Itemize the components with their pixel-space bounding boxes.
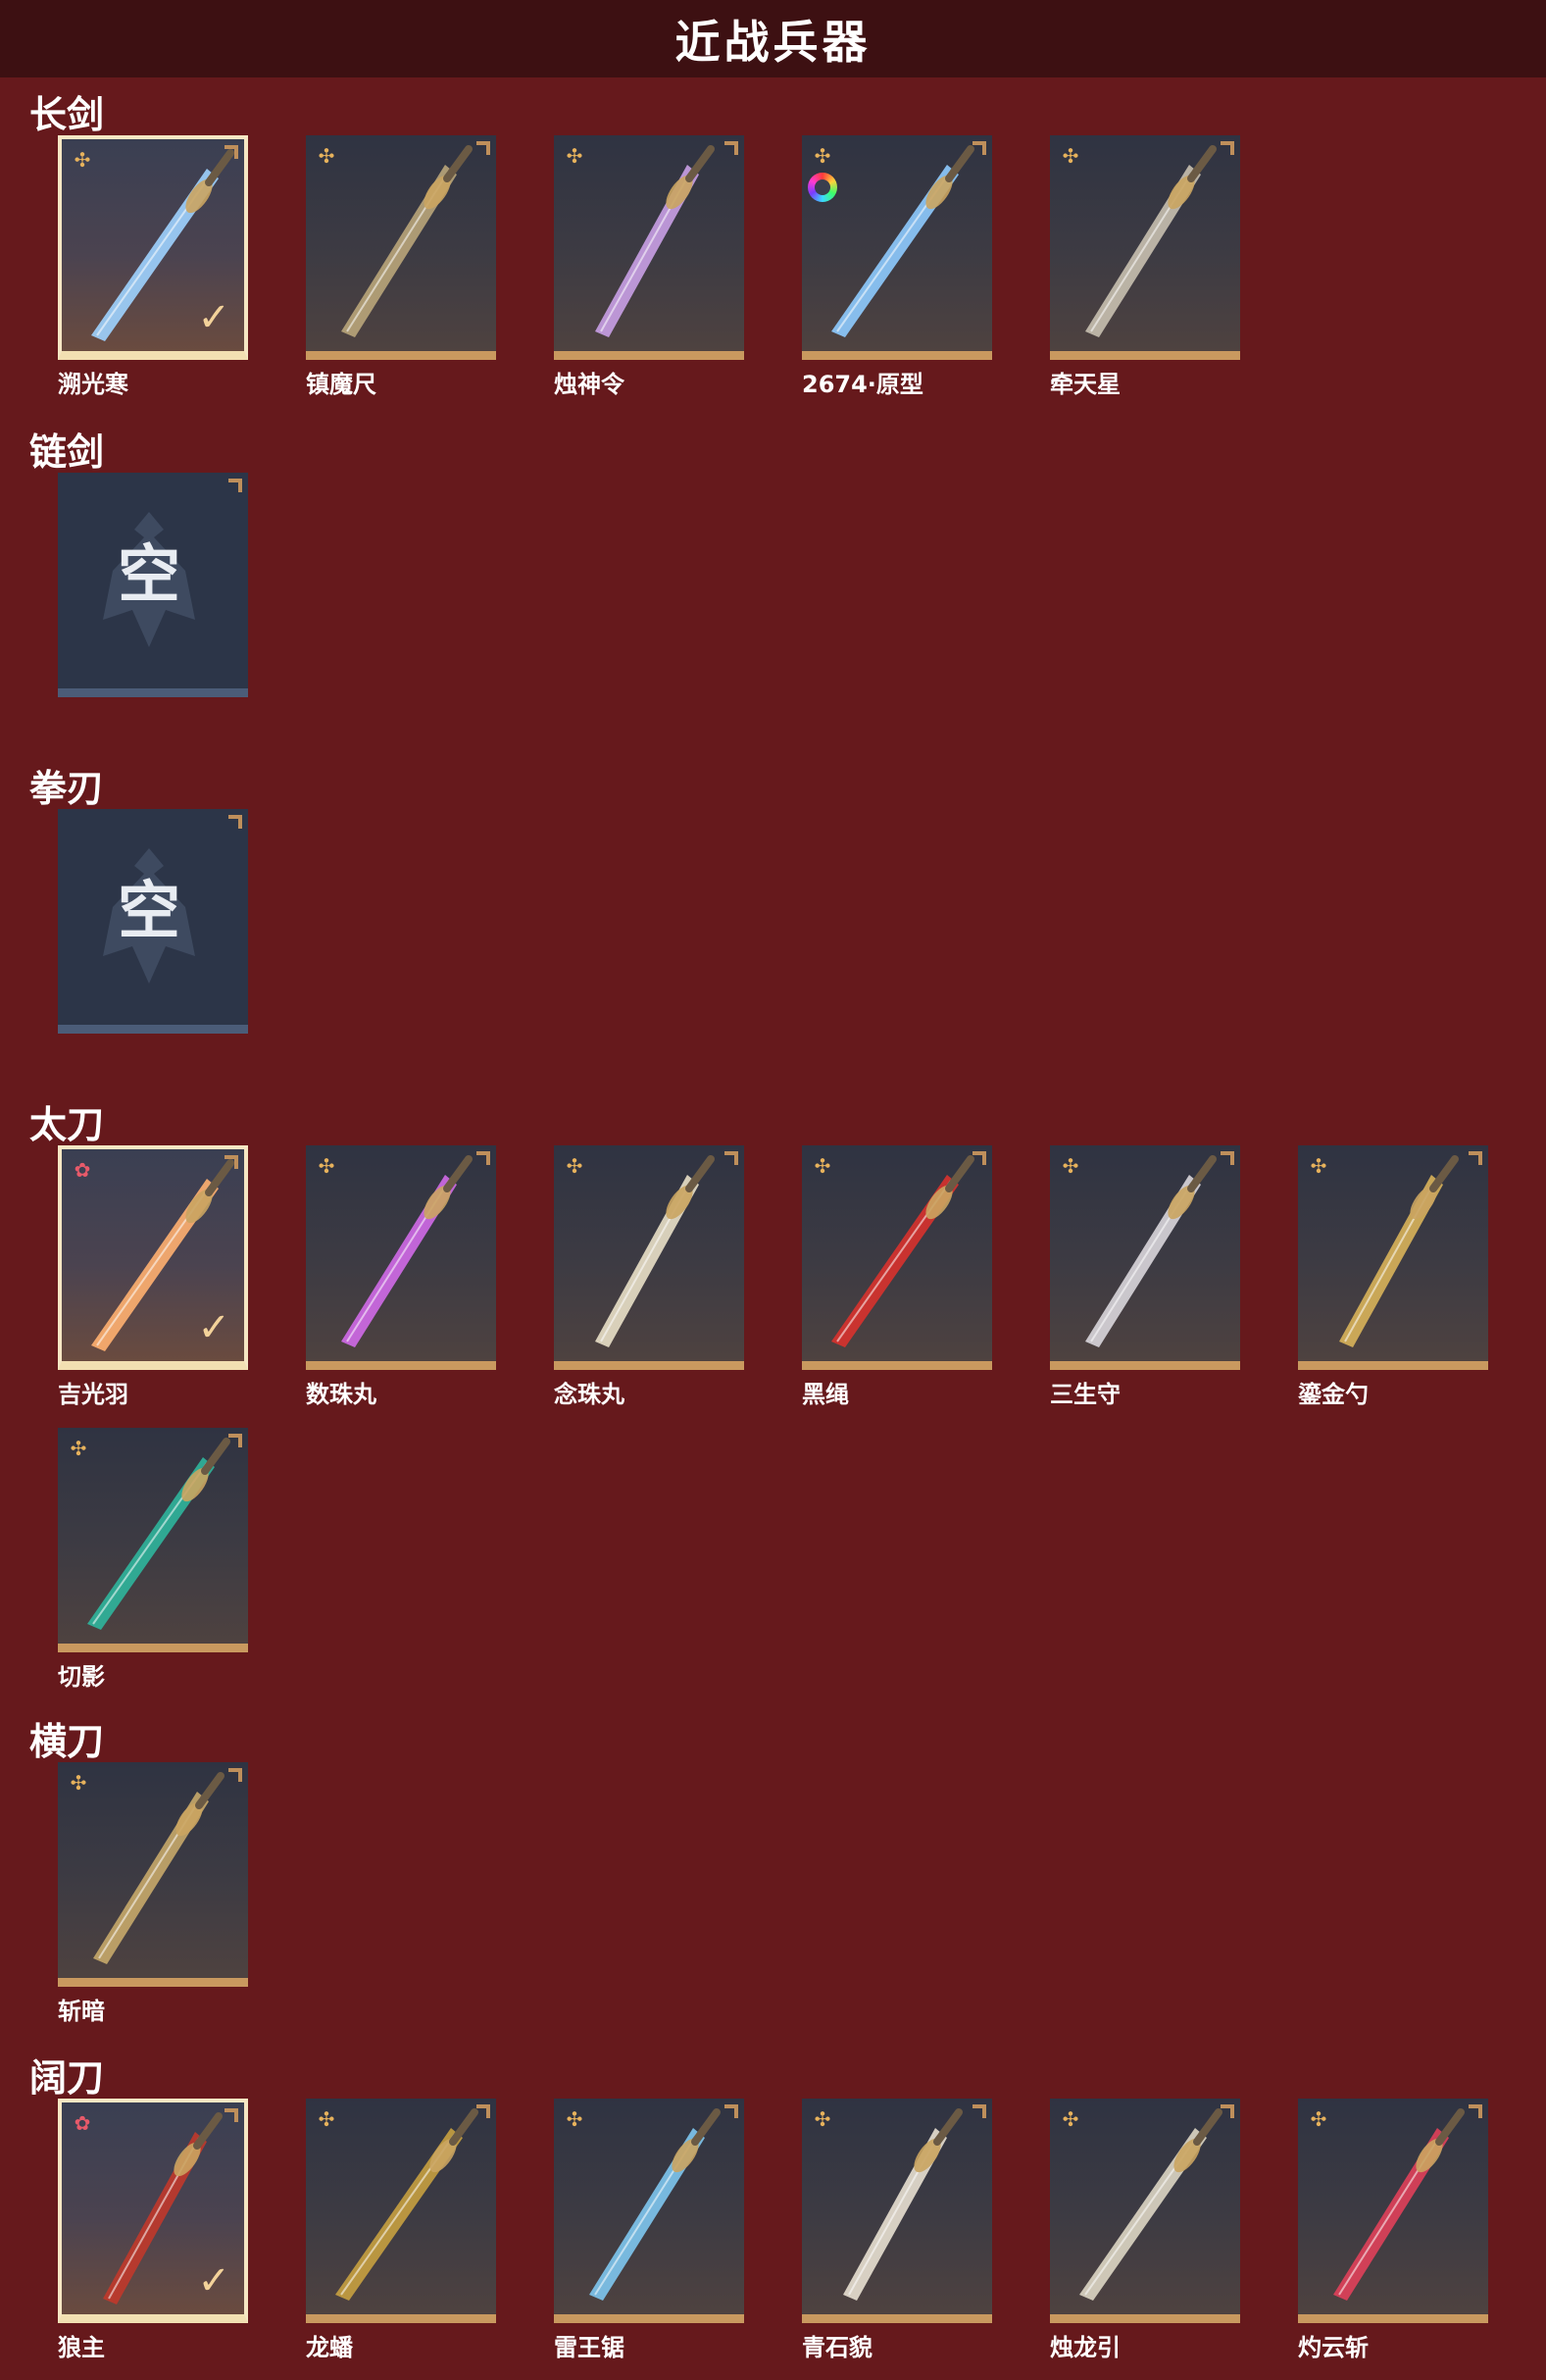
weapon-name: 溯光寒	[58, 371, 128, 398]
gold-flower-icon: ✣	[566, 144, 583, 168]
weapon-card[interactable]: ✿ ✓	[58, 2099, 248, 2323]
gold-flower-icon: ✣	[1310, 1154, 1327, 1178]
weapon-name: 鎏金勺	[1298, 1381, 1369, 1408]
weapon-name: 黑绳	[802, 1381, 849, 1408]
weapon-name: 牵天星	[1050, 371, 1121, 398]
corner-bracket-icon	[1221, 1151, 1234, 1165]
weapon-card[interactable]: ✣	[802, 1145, 992, 1370]
page-title: 近战兵器	[674, 15, 872, 69]
weapon-card[interactable]: ✣	[1298, 2099, 1488, 2323]
gold-flower-icon: ✣	[318, 1154, 335, 1178]
gold-flower-icon: ✣	[318, 2107, 335, 2131]
weapon-name: 镇魔尺	[306, 371, 376, 398]
corner-bracket-icon	[1221, 2104, 1234, 2118]
rainbow-ring-icon	[808, 173, 837, 202]
empty-slot-card[interactable]: 空	[58, 809, 248, 1034]
weapon-card[interactable]: ✣	[554, 2099, 744, 2323]
weapon-name: 斩暗	[58, 1998, 105, 2025]
weapon-card[interactable]: ✣	[1050, 1145, 1240, 1370]
equipped-check-icon: ✓	[197, 1305, 230, 1350]
weapon-card[interactable]: ✣ ✓	[58, 135, 248, 360]
corner-bracket-icon	[1469, 1151, 1482, 1165]
weapon-card[interactable]: ✣	[1050, 2099, 1240, 2323]
section-title: 横刀	[29, 1720, 105, 1763]
equipped-check-icon: ✓	[197, 295, 230, 340]
corner-bracket-icon	[224, 145, 238, 159]
weapon-name: 三生守	[1050, 1381, 1121, 1408]
corner-bracket-icon	[724, 2104, 738, 2118]
weapon-name: 龙蟠	[306, 2334, 353, 2361]
gold-flower-icon: ✣	[70, 1437, 87, 1460]
corner-bracket-icon	[224, 2108, 238, 2122]
empty-slot-card[interactable]: 空	[58, 473, 248, 697]
section-title: 阔刀	[29, 2056, 105, 2100]
corner-bracket-icon	[1469, 2104, 1482, 2118]
weapon-name: 雷王锯	[554, 2334, 624, 2361]
weapon-card[interactable]: ✣	[58, 1428, 248, 1652]
corner-bracket-icon	[228, 815, 242, 829]
gold-flower-icon: ✣	[70, 1771, 87, 1795]
corner-bracket-icon	[476, 141, 490, 155]
corner-bracket-icon	[476, 1151, 490, 1165]
gold-flower-icon: ✣	[1310, 2107, 1327, 2131]
weapon-card[interactable]: ✣	[802, 2099, 992, 2323]
corner-bracket-icon	[228, 479, 242, 492]
section-title: 长剑	[29, 93, 105, 136]
weapon-card[interactable]: ✣	[554, 135, 744, 360]
corner-bracket-icon	[972, 2104, 986, 2118]
weapon-name: 狼主	[58, 2334, 105, 2361]
weapon-card[interactable]: ✣	[306, 135, 496, 360]
weapon-name: 烛神令	[554, 371, 624, 398]
empty-slot-label: 空	[118, 539, 180, 612]
gold-flower-icon: ✣	[74, 148, 91, 172]
weapon-card[interactable]: ✿ ✓	[58, 1145, 248, 1370]
corner-bracket-icon	[1221, 141, 1234, 155]
corner-bracket-icon	[724, 1151, 738, 1165]
corner-bracket-icon	[972, 141, 986, 155]
weapon-name: 数珠丸	[306, 1381, 376, 1408]
weapon-name: 吉光羽	[58, 1381, 128, 1408]
weapon-card[interactable]: ✣	[1050, 135, 1240, 360]
weapon-name: 2674·原型	[802, 371, 923, 398]
corner-bracket-icon	[724, 141, 738, 155]
gold-flower-icon: ✣	[566, 1154, 583, 1178]
gold-flower-icon: ✣	[1062, 2107, 1079, 2131]
corner-bracket-icon	[224, 1155, 238, 1169]
gold-flower-icon: ✣	[814, 2107, 831, 2131]
corner-bracket-icon	[228, 1434, 242, 1447]
weapon-name: 烛龙引	[1050, 2334, 1121, 2361]
section-title: 太刀	[29, 1103, 105, 1146]
weapon-name: 念珠丸	[554, 1381, 624, 1408]
gold-flower-icon: ✣	[566, 2107, 583, 2131]
weapon-card[interactable]: ✣	[802, 135, 992, 360]
empty-slot-label: 空	[118, 876, 180, 948]
gold-flower-icon: ✣	[814, 144, 831, 168]
weapon-name: 青石貌	[802, 2334, 873, 2361]
corner-bracket-icon	[972, 1151, 986, 1165]
corner-bracket-icon	[476, 2104, 490, 2118]
equipped-check-icon: ✓	[197, 2258, 230, 2304]
weapon-card[interactable]: ✣	[306, 1145, 496, 1370]
section-title: 链剑	[29, 430, 105, 474]
red-flower-icon: ✿	[74, 1158, 91, 1182]
weapon-name: 灼云斩	[1298, 2334, 1369, 2361]
gold-flower-icon: ✣	[1062, 144, 1079, 168]
weapon-card[interactable]: ✣	[1298, 1145, 1488, 1370]
weapon-card[interactable]: ✣	[58, 1762, 248, 1987]
gold-flower-icon: ✣	[814, 1154, 831, 1178]
weapon-card[interactable]: ✣	[554, 1145, 744, 1370]
page-header: 近战兵器	[0, 0, 1546, 77]
section-title: 拳刃	[29, 767, 105, 810]
red-flower-icon: ✿	[74, 2111, 91, 2135]
gold-flower-icon: ✣	[318, 144, 335, 168]
weapon-name: 切影	[58, 1663, 105, 1691]
gold-flower-icon: ✣	[1062, 1154, 1079, 1178]
weapon-card[interactable]: ✣	[306, 2099, 496, 2323]
corner-bracket-icon	[228, 1768, 242, 1782]
